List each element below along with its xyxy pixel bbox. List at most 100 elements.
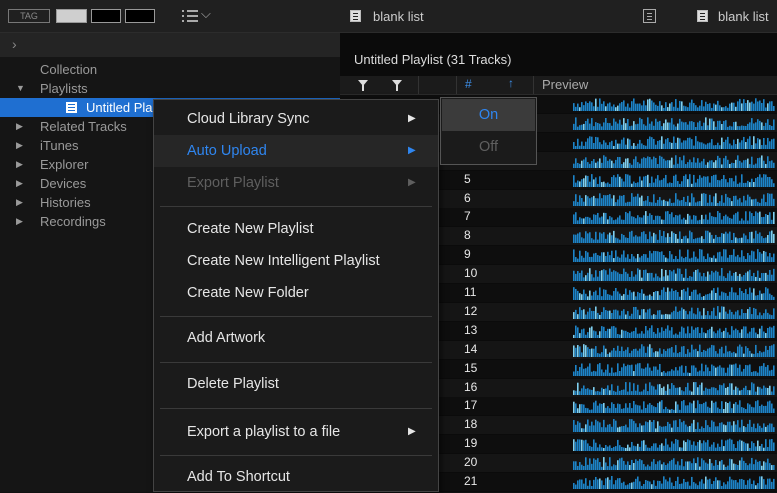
column-divider xyxy=(418,76,419,94)
menu-item-create-intelligent-playlist[interactable]: Create New Intelligent Playlist xyxy=(154,245,438,277)
column-header-preview[interactable]: Preview xyxy=(542,77,588,92)
column-header-number[interactable]: # xyxy=(465,77,472,91)
sidebar-back-bar[interactable]: › xyxy=(0,33,340,57)
track-number: 18 xyxy=(464,417,478,432)
waveform-preview[interactable] xyxy=(573,418,775,433)
playlist-title: Untitled Playlist (31 Tracks) xyxy=(354,52,512,67)
sidebar-item-label: Untitled Pla xyxy=(86,100,153,115)
context-menu: Cloud Library Sync ▶ Auto Upload ▶ Expor… xyxy=(153,99,439,492)
list-view-icon[interactable] xyxy=(643,9,656,23)
menu-item-cloud-library-sync[interactable]: Cloud Library Sync ▶ xyxy=(154,103,438,135)
waveform-preview[interactable] xyxy=(573,229,775,244)
column-divider xyxy=(456,76,457,94)
triangle-right-icon[interactable]: ▶ xyxy=(16,155,23,174)
menu-item-label: Create New Intelligent Playlist xyxy=(187,253,380,269)
menu-item-label: Add To Shortcut xyxy=(187,469,290,485)
waveform-preview[interactable] xyxy=(573,286,775,300)
menu-separator xyxy=(160,362,432,363)
menu-item-label: Delete Playlist xyxy=(187,376,279,392)
triangle-down-icon[interactable]: ▼ xyxy=(16,79,25,98)
color-swatch-3[interactable] xyxy=(125,9,155,23)
waveform-preview[interactable] xyxy=(573,437,775,452)
sidebar-item-label: iTunes xyxy=(40,138,79,153)
playlist-icon xyxy=(697,10,708,22)
list-view-icon[interactable] xyxy=(182,9,198,23)
waveform-preview[interactable] xyxy=(573,324,775,338)
submenu-item-on[interactable]: On xyxy=(442,99,535,131)
menu-separator xyxy=(160,316,432,317)
waveform-preview[interactable] xyxy=(573,97,775,111)
track-number: 7 xyxy=(464,209,471,224)
sidebar-item-label: Playlists xyxy=(40,81,88,96)
filter-icon[interactable] xyxy=(358,80,368,91)
waveform-preview[interactable] xyxy=(573,248,775,263)
triangle-right-icon[interactable]: ▶ xyxy=(16,174,23,193)
submenu-arrow-icon: ▶ xyxy=(408,426,416,437)
menu-item-label: Export a playlist to a file xyxy=(187,424,341,440)
track-number: 5 xyxy=(464,171,471,186)
waveform-preview[interactable] xyxy=(573,381,775,395)
triangle-right-icon[interactable]: ▶ xyxy=(16,117,23,136)
menu-item-label: Export Playlist xyxy=(187,175,279,191)
submenu-item-off: Off xyxy=(478,139,499,155)
tag-toggle[interactable]: TAG xyxy=(8,9,50,23)
waveform-preview[interactable] xyxy=(573,267,775,282)
tab-blank-list-left[interactable]: blank list xyxy=(373,9,424,24)
waveform-preview[interactable] xyxy=(573,210,775,225)
color-swatch-2[interactable] xyxy=(91,9,121,23)
track-number: 6 xyxy=(464,190,471,205)
sidebar-item-playlists[interactable]: ▼ Playlists xyxy=(0,79,340,98)
tab-blank-list-right[interactable]: blank list xyxy=(718,9,769,24)
auto-upload-submenu: On Off xyxy=(440,97,537,165)
waveform-preview[interactable] xyxy=(573,456,775,471)
menu-item-export-playlist: Export Playlist ▶ xyxy=(154,167,438,199)
track-number: 17 xyxy=(464,398,478,413)
playlist-icon xyxy=(66,102,77,113)
menu-item-add-to-shortcut[interactable]: Add To Shortcut xyxy=(154,461,438,493)
triangle-right-icon[interactable]: ▶ xyxy=(16,136,23,155)
menu-item-label: Cloud Library Sync xyxy=(187,111,310,127)
waveform-preview[interactable] xyxy=(573,343,775,357)
column-divider xyxy=(533,76,534,94)
track-number: 11 xyxy=(464,285,477,299)
menu-item-label: Create New Folder xyxy=(187,285,309,301)
waveform-preview[interactable] xyxy=(573,116,775,130)
submenu-arrow-icon: ▶ xyxy=(408,177,416,188)
track-number: 16 xyxy=(464,379,478,394)
track-number: 13 xyxy=(464,322,478,337)
track-number: 20 xyxy=(464,455,478,470)
track-number: 9 xyxy=(464,247,471,262)
color-swatch-1[interactable] xyxy=(56,9,87,23)
filter-icon[interactable] xyxy=(392,80,402,91)
waveform-preview[interactable] xyxy=(573,135,775,149)
sort-ascending-icon[interactable]: ↑ xyxy=(508,76,514,90)
sidebar-item-collection[interactable]: Collection xyxy=(0,60,340,79)
track-number: 15 xyxy=(464,360,478,375)
menu-item-add-artwork[interactable]: Add Artwork xyxy=(154,322,438,354)
menu-item-delete-playlist[interactable]: Delete Playlist xyxy=(154,368,438,400)
chevron-right-icon[interactable]: › xyxy=(12,36,17,52)
waveform-preview[interactable] xyxy=(573,192,775,206)
waveform-preview[interactable] xyxy=(573,399,775,414)
playlist-icon xyxy=(350,10,361,22)
menu-item-create-new-playlist[interactable]: Create New Playlist xyxy=(154,213,438,245)
sidebar-item-label: Explorer xyxy=(40,157,89,172)
waveform-preview[interactable] xyxy=(573,154,775,168)
triangle-right-icon[interactable]: ▶ xyxy=(16,212,23,231)
track-number: 8 xyxy=(464,228,471,243)
submenu-arrow-icon: ▶ xyxy=(408,113,416,124)
waveform-preview[interactable] xyxy=(573,173,775,187)
sidebar-item-label: Histories xyxy=(40,195,91,210)
chevron-down-icon[interactable]: ⌵ xyxy=(201,6,211,22)
menu-separator xyxy=(160,206,432,207)
waveform-preview[interactable] xyxy=(573,305,775,319)
menu-item-export-to-file[interactable]: Export a playlist to a file ▶ xyxy=(154,416,438,448)
submenu-arrow-icon: ▶ xyxy=(408,145,416,156)
menu-item-label: Auto Upload xyxy=(187,143,267,159)
triangle-right-icon[interactable]: ▶ xyxy=(16,193,23,212)
menu-item-auto-upload[interactable]: Auto Upload ▶ xyxy=(154,135,438,167)
sidebar-item-label: Collection xyxy=(40,62,98,77)
waveform-preview[interactable] xyxy=(573,475,775,489)
waveform-preview[interactable] xyxy=(573,362,775,376)
menu-item-create-new-folder[interactable]: Create New Folder xyxy=(154,277,438,309)
